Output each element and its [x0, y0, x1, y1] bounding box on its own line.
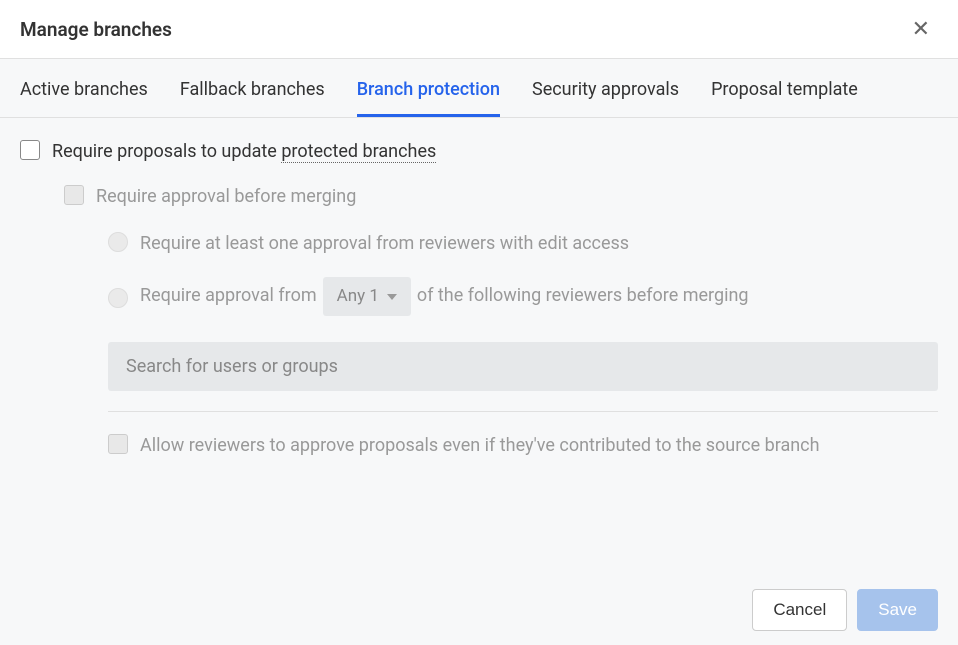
close-button[interactable]: ✕ — [904, 14, 938, 44]
cancel-button[interactable]: Cancel — [752, 589, 847, 631]
divider — [108, 411, 938, 412]
allow-contributors-label: Allow reviewers to approve proposals eve… — [140, 432, 820, 459]
require-proposals-checkbox[interactable] — [20, 140, 40, 160]
approval-count-select: Any 1 — [323, 277, 411, 316]
tab-proposal-template[interactable]: Proposal template — [711, 77, 858, 117]
require-approval-from-label: Require approval from Any 1 of the follo… — [140, 277, 749, 316]
allow-contributors-checkbox — [108, 434, 128, 454]
modal-title: Manage branches — [20, 18, 172, 41]
modal-header: Manage branches ✕ — [0, 0, 958, 59]
modal-body: Active branches Fallback branches Branch… — [0, 59, 958, 645]
require-proposals-prefix: Require proposals to update — [52, 141, 281, 162]
tabs: Active branches Fallback branches Branch… — [0, 59, 958, 118]
chevron-down-icon — [387, 294, 397, 300]
require-proposals-row: Require proposals to update protected br… — [20, 138, 938, 165]
approval-from-prefix: Require approval from — [140, 282, 317, 311]
reviewer-search-input: Search for users or groups — [108, 342, 938, 391]
require-proposals-label: Require proposals to update protected br… — [52, 138, 436, 165]
require-approval-row: Require approval before merging — [64, 183, 938, 210]
tab-content: Require proposals to update protected br… — [0, 118, 958, 575]
tab-active-branches[interactable]: Active branches — [20, 77, 148, 117]
protected-branches-term[interactable]: protected branches — [281, 141, 436, 163]
require-approval-label: Require approval before merging — [96, 183, 356, 210]
tab-security-approvals[interactable]: Security approvals — [532, 77, 679, 117]
require-one-approval-radio — [108, 232, 128, 252]
require-approval-from-radio — [108, 288, 128, 308]
manage-branches-modal: Manage branches ✕ Active branches Fallba… — [0, 0, 958, 645]
allow-contributors-row: Allow reviewers to approve proposals eve… — [108, 432, 938, 459]
tab-fallback-branches[interactable]: Fallback branches — [180, 77, 325, 117]
approval-from-suffix: of the following reviewers before mergin… — [417, 282, 749, 311]
approval-count-value: Any 1 — [337, 283, 379, 310]
tab-branch-protection[interactable]: Branch protection — [357, 77, 500, 117]
require-one-approval-label: Require at least one approval from revie… — [140, 230, 629, 257]
save-button: Save — [857, 589, 938, 631]
require-one-approval-row: Require at least one approval from revie… — [108, 230, 938, 257]
modal-footer: Cancel Save — [0, 575, 958, 645]
require-approval-checkbox — [64, 185, 84, 205]
close-icon: ✕ — [912, 16, 930, 41]
require-approval-from-row: Require approval from Any 1 of the follo… — [108, 277, 938, 316]
reviewers-section: Search for users or groups Allow reviewe… — [108, 342, 938, 459]
